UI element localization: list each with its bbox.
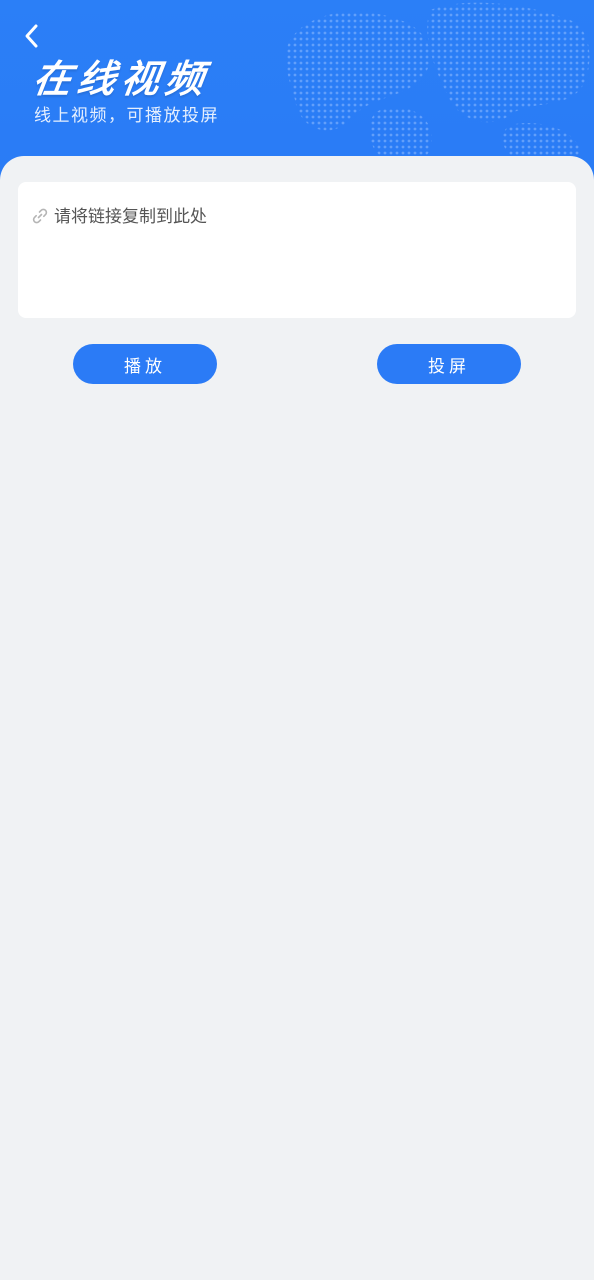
chevron-left-icon	[25, 24, 38, 48]
play-button[interactable]: 播放	[73, 344, 217, 384]
link-input-card	[18, 182, 576, 318]
content-panel: 播放 投屏	[0, 156, 594, 1280]
cast-button[interactable]: 投屏	[377, 344, 521, 384]
page-title: 在线视频	[30, 57, 213, 101]
link-icon	[32, 208, 48, 224]
page-subtitle: 线上视频，可播放投屏	[34, 106, 219, 126]
world-map-decoration	[285, 2, 590, 168]
link-input[interactable]	[54, 200, 564, 306]
